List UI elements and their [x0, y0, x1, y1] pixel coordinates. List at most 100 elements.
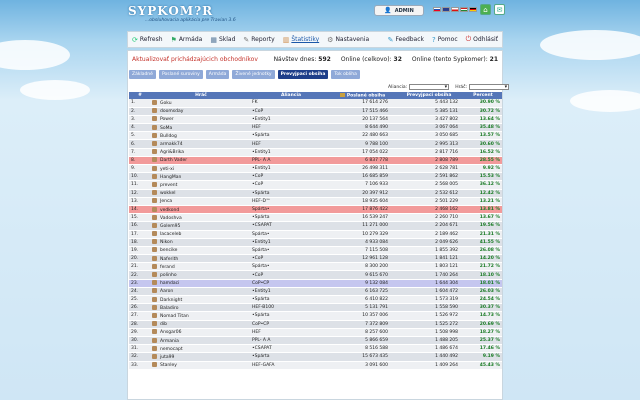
row-player[interactable]: Baladiro	[151, 303, 251, 313]
table-row[interactable]: 16. Golem95 •CSAPAT 11 271 000 2 204 671 19.5…	[129, 221, 502, 231]
reports-button[interactable]: ✎ Reporty	[243, 36, 274, 44]
table-row[interactable]: 23. hamdaci CoP•CP 9 132 084 1 644 304 18.01 …	[129, 279, 502, 288]
row-alliance[interactable]: FK	[251, 99, 331, 108]
row-player[interactable]: Darknight	[151, 295, 251, 305]
row-alliance[interactable]: Spárta•	[251, 230, 331, 239]
feedback-button[interactable]: ✎ Feedback	[388, 36, 424, 44]
user-menu-button[interactable]: 👤 ADMIN	[374, 5, 424, 16]
home-icon[interactable]: ⌂	[480, 4, 491, 15]
row-alliance[interactable]: HEF-D™	[251, 197, 331, 206]
alliance-select[interactable]	[409, 84, 450, 90]
table-row[interactable]: 2. doomsday •CoP 17 515 466 5 385 131 30.72 %	[129, 107, 502, 116]
col-player[interactable]: Hráč	[151, 92, 251, 99]
player-select[interactable]	[469, 84, 510, 90]
row-player[interactable]: Golem95	[151, 221, 251, 231]
table-row[interactable]: 30. Armania PPL- A A5 866 659 1 488 205 25.3…	[129, 336, 502, 346]
flag-sk-icon[interactable]	[433, 7, 441, 12]
row-player[interactable]: Aaron	[151, 287, 251, 297]
army-button[interactable]: ⚑ Armáda	[171, 36, 203, 44]
table-row[interactable]: 28. dib CoP•CP 7 372 809 1 525 272 20.69 %	[129, 320, 502, 329]
row-alliance[interactable]: •CSAPAT	[251, 221, 331, 231]
row-player[interactable]: Vadoshva	[151, 213, 251, 223]
tab-support-flow[interactable]: Tok obliha	[331, 70, 360, 79]
row-player[interactable]: Ansgar06	[151, 328, 251, 337]
row-alliance[interactable]: •CoP	[251, 107, 331, 116]
row-alliance[interactable]: Spárta•	[251, 262, 331, 272]
mail-icon[interactable]: ✉	[494, 4, 505, 15]
row-player[interactable]: wokkel	[151, 189, 251, 198]
app-logo[interactable]: SYPKOM?R	[128, 4, 213, 18]
row-player[interactable]: HangMan	[151, 172, 251, 182]
row-alliance[interactable]: •Spárta	[251, 352, 331, 362]
settings-button[interactable]: ⚙ Nastavenia	[327, 36, 369, 44]
stats-button[interactable]: ▥ Štatistiky	[283, 36, 319, 44]
table-row[interactable]: 13. Jenca HEF-D™ 18 935 604 2 501 229 13.21 %	[129, 197, 502, 206]
row-alliance[interactable]: •Spárta	[251, 295, 331, 305]
table-row[interactable]: 25. Darknight •Spárta 6 410 822 1 573 319 24.…	[129, 295, 502, 305]
row-alliance[interactable]: •CoP	[251, 172, 331, 182]
row-alliance[interactable]: Spárta•	[251, 205, 331, 215]
col-alliance[interactable]: Aliancia	[251, 92, 331, 99]
row-alliance[interactable]: HEF	[251, 123, 331, 133]
table-row[interactable]: 11. prevent •CoP 7 106 933 2 568 005 36.12 %	[129, 180, 502, 190]
row-alliance[interactable]: •CoP	[251, 270, 331, 280]
row-player[interactable]: dib	[151, 320, 251, 329]
row-player[interactable]: SoMa	[151, 123, 251, 133]
table-row[interactable]: 7. Agri&Brika •Entity1 17 054 022 2 817 716 1…	[129, 148, 502, 157]
col-percent[interactable]: Percent	[464, 92, 502, 99]
table-row[interactable]: 9. yeti-xi •Entity1 26 498 311 2 628 781 9.92…	[129, 164, 502, 174]
row-player[interactable]: bencike	[151, 246, 251, 256]
table-row[interactable]: 31. nemocapt •CSAPAT 8 516 588 1 486 674 17.4…	[129, 344, 502, 354]
table-row[interactable]: 3. Power •Entity1 20 137 564 3 427 802 13.64 …	[129, 115, 502, 125]
row-player[interactable]: doomsday	[151, 107, 251, 116]
row-alliance[interactable]: •Entity1	[251, 115, 331, 125]
row-alliance[interactable]: Spárta•	[251, 246, 331, 256]
row-player[interactable]: polinho	[151, 270, 251, 280]
row-alliance[interactable]: •Entity1	[251, 148, 331, 157]
row-player[interactable]: lacaceleb	[151, 230, 251, 239]
table-row[interactable]: 33. Stanley HEF-GAFA 3 091 600 1 409 264 45.4…	[129, 361, 502, 370]
row-player[interactable]: Power	[151, 115, 251, 125]
table-row[interactable]: 18. Nikon •Entity1 4 933 084 2 049 626 41.55 …	[129, 238, 502, 247]
row-player[interactable]: ferand	[151, 262, 251, 272]
table-row[interactable]: 15. Vadoshva •Spárta 16 539 247 2 260 710 13.…	[129, 213, 502, 223]
row-alliance[interactable]: HEF	[251, 139, 331, 149]
row-player[interactable]: Stanley	[151, 361, 251, 370]
row-alliance[interactable]: •CSAPAT	[251, 344, 331, 354]
help-button[interactable]: ? Pomoc	[432, 36, 458, 44]
table-row[interactable]: 4. SoMa HEF 8 644 490 3 067 064 35.48 %	[129, 123, 502, 133]
row-alliance[interactable]: •Entity1	[251, 238, 331, 247]
flag-cz-icon[interactable]	[451, 7, 459, 12]
table-row[interactable]: 26. Baladiro HEF-B100 5 131 791 1 558 590 30.…	[129, 303, 502, 313]
table-row[interactable]: 10. HangMan •CoP 16 685 859 2 591 862 15.53 %	[129, 172, 502, 182]
row-alliance[interactable]: •Entity1	[251, 164, 331, 174]
table-row[interactable]: 12. wokkel •Spárta 20 397 912 2 532 612 12.42…	[129, 189, 502, 198]
flag-hu-icon[interactable]	[460, 7, 468, 12]
flag-en-icon[interactable]	[442, 7, 450, 12]
tab-basic[interactable]: Základné	[129, 70, 156, 79]
tab-received-support[interactable]: Prevyjpaci obsiha	[277, 70, 329, 79]
row-alliance[interactable]: •Spárta	[251, 213, 331, 223]
row-player[interactable]: juta99	[151, 352, 251, 362]
row-alliance[interactable]: HEF-GAFA	[251, 361, 331, 370]
row-player[interactable]: armakk74	[151, 139, 251, 149]
row-player[interactable]: hamdaci	[151, 279, 251, 288]
row-alliance[interactable]: •Spárta	[251, 131, 331, 141]
row-player[interactable]: Goku	[151, 99, 251, 108]
row-alliance[interactable]: •Spárta	[251, 189, 331, 198]
row-player[interactable]: Agri&Brika	[151, 148, 251, 157]
row-player[interactable]: Nikon	[151, 238, 251, 247]
table-row[interactable]: 1. Goku FK 17 614 276 5 443 132 30.90 %	[129, 99, 502, 108]
row-player[interactable]: Jenca	[151, 197, 251, 206]
row-player[interactable]: yeti-xi	[151, 164, 251, 174]
tab-sent-resources[interactable]: Poslané suroviny	[158, 70, 203, 79]
table-row[interactable]: 6. armakk74 HEF 9 788 100 2 995 313 30.60 %	[129, 139, 502, 149]
table-row[interactable]: 14. vedkond Spárta• 17 876 422 2 468 162 13.8…	[129, 205, 502, 215]
row-alliance[interactable]: •CoP	[251, 254, 331, 264]
table-row[interactable]: 5. Bulldog •Spárta 22 480 663 3 050 685 13.57…	[129, 131, 502, 141]
row-player[interactable]: Bulldog	[151, 131, 251, 141]
table-row[interactable]: 29. Ansgar06 HEF 8 257 600 1 508 998 18.27 %	[129, 328, 502, 337]
row-alliance[interactable]: •Spárta	[251, 311, 331, 321]
row-alliance[interactable]: PPL- A A	[251, 156, 331, 166]
table-row[interactable]: 19. bencike Spárta• 7 115 508 1 855 392 26.08…	[129, 246, 502, 256]
